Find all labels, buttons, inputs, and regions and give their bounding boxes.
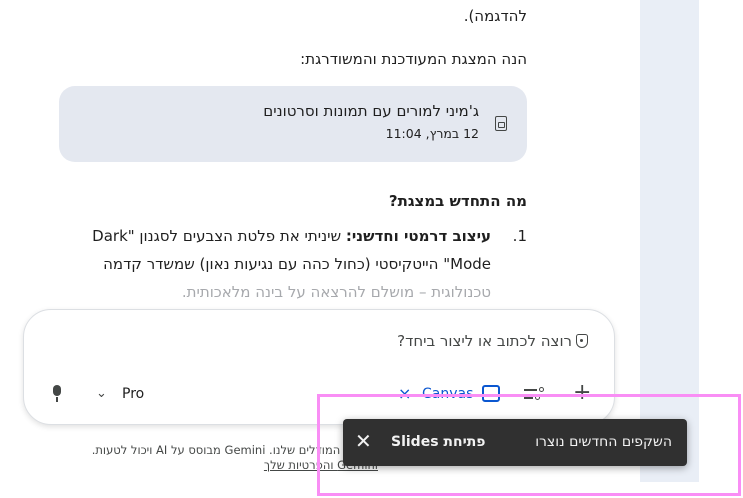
list-item-line: Mode" הייטקיסטי (כחול כהה עם נגיעות נאון… [103,255,491,273]
file-card-title: ג'מיני למורים עם תמונות וסרטונים [263,102,479,120]
list-item-body: עיצוב דרמטי וחדשני: שיניתי את פלטת הצבעי… [59,222,491,306]
list-item-line-rest: שיניתי את פלטת הצבעים לסגנון "Dark [92,227,346,245]
model-selector-button[interactable]: Pro [122,382,144,406]
list-item-bold-label: עיצוב דרמטי וחדשני: [345,227,491,245]
section-heading: מה התחדש במצגת? [388,192,527,210]
highlight-frame [317,394,741,496]
mic-icon[interactable] [50,385,64,403]
slides-file-card[interactable]: ג'מיני למורים עם תמונות וסרטונים 12 במרץ… [59,86,527,162]
response-text-line: להדגמה). [463,7,527,25]
file-card-date: 12 במרץ, 11:04 [385,126,479,141]
list-item-number: 1. [512,227,527,245]
prompt-input-placeholder[interactable]: רוצה לכתוב או ליצור ביחד? [397,329,572,353]
shield-icon [576,334,588,348]
list-item-line-faded: טכנולוגית – מושלם להרצאה על בינה מלאכותי… [181,283,491,301]
slides-file-icon [495,116,507,131]
list-item-line: עיצוב דרמטי וחדשני: שיניתי את פלטת הצבעי… [59,222,491,250]
response-text-line: הנה המצגת המעודכנת והמשודרגת: [300,50,527,68]
chevron-down-icon[interactable]: ⌄ [96,384,107,404]
